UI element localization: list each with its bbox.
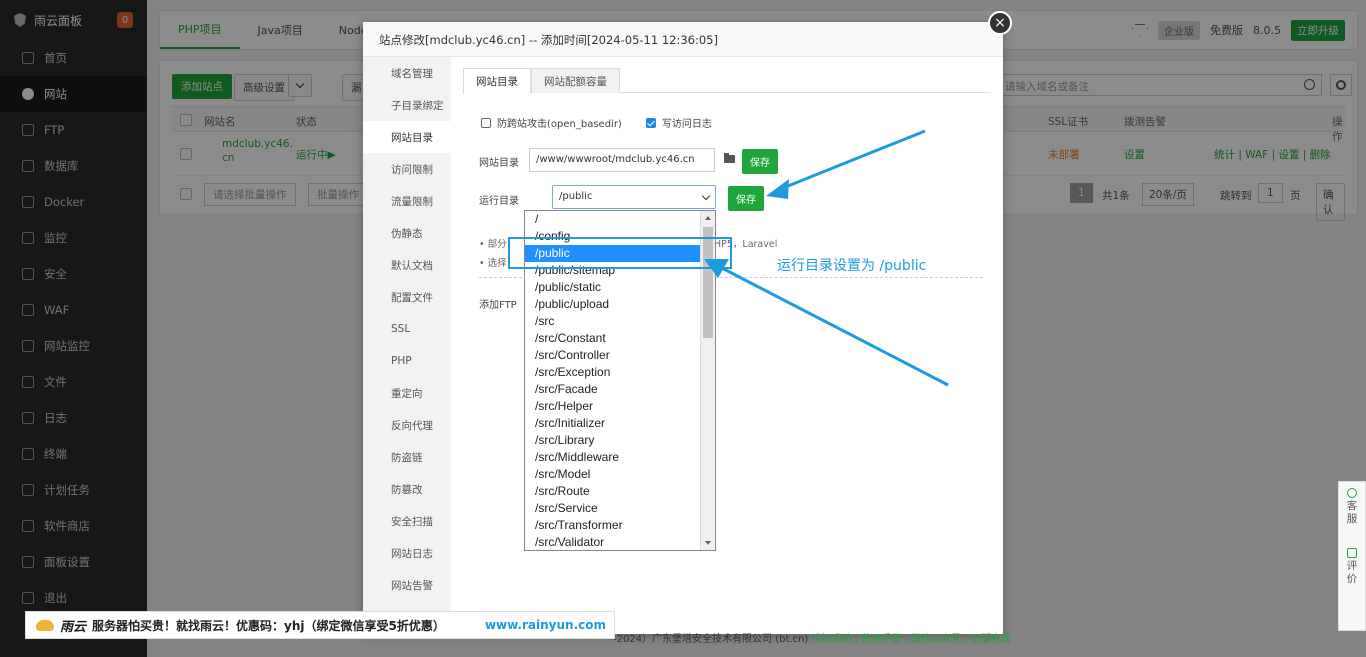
- close-icon[interactable]: ×: [988, 11, 1012, 35]
- access-log-label: 写访问日志: [661, 119, 712, 130]
- footer-copyright: -2024）广东堡塔安全技术有限公司 (bt.cn): [613, 634, 809, 645]
- option-item[interactable]: /src/Controller: [525, 347, 715, 364]
- run-dir-select[interactable]: /public: [552, 185, 716, 209]
- option-item[interactable]: /src/Middleware: [525, 449, 715, 466]
- note-line-1: • 部分: [479, 239, 507, 250]
- chevron-down-icon: [701, 191, 711, 201]
- add-ftp-label: 添加FTP: [479, 300, 517, 311]
- rate-label: 评价: [1346, 560, 1358, 585]
- folder-icon[interactable]: [724, 153, 735, 163]
- modal-side-item[interactable]: 防篡改: [363, 473, 451, 505]
- option-item[interactable]: /src/Constant: [525, 330, 715, 347]
- site-dir-label: 网站目录: [479, 158, 519, 169]
- access-log-checkbox[interactable]: [645, 117, 656, 128]
- cloud-icon: [36, 619, 54, 631]
- modal-side-item[interactable]: 伪静态: [363, 217, 451, 249]
- modal-side-item[interactable]: 子目录绑定: [363, 89, 451, 121]
- site-dir-input[interactable]: /www/wwwroot/mdclub.yc46.cn: [529, 148, 715, 172]
- ad-text: 服务器怕买贵！就找雨云！优惠码：yhj（绑定微信享受5折优惠）: [92, 618, 445, 633]
- modal-side-item[interactable]: 网站目录: [363, 121, 451, 153]
- scroll-up-icon[interactable]: [705, 216, 711, 220]
- modal-side-item[interactable]: 反向代理: [363, 409, 451, 441]
- note-1-prefix: 部分: [487, 239, 507, 250]
- content-tabs: 网站目录 网站配额容量: [463, 68, 991, 94]
- option-item[interactable]: /public/static: [525, 279, 715, 296]
- option-item[interactable]: /src/Initializer: [525, 415, 715, 432]
- modal-side-item[interactable]: 访问限制: [363, 153, 451, 185]
- option-item[interactable]: /src/Service: [525, 500, 715, 517]
- modal-side-item[interactable]: PHP: [363, 345, 451, 377]
- modal-side-item[interactable]: 防盗链: [363, 441, 451, 473]
- modal-side-item[interactable]: 默认文档: [363, 249, 451, 281]
- ad-url[interactable]: www.rainyun.com: [485, 618, 606, 632]
- footer-links[interactable]: 论坛求助 | 使用手册 | 微信公众号 | 正版查询: [812, 634, 1011, 645]
- run-dir-label: 运行目录: [479, 196, 519, 207]
- option-item[interactable]: /src/Model: [525, 466, 715, 483]
- service-label: 客服: [1346, 500, 1358, 525]
- rate-button[interactable]: 评价: [1346, 548, 1358, 586]
- modal-title: 站点修改[mdclub.yc46.cn] -- 添加时间[2024-05-11 …: [363, 22, 1003, 57]
- modal-side-item[interactable]: 重定向: [363, 377, 451, 409]
- modal-side-item[interactable]: 网站日志: [363, 537, 451, 569]
- ad-banner[interactable]: 雨云 服务器怕买贵！就找雨云！优惠码：yhj（绑定微信享受5折优惠） www.r…: [25, 611, 615, 639]
- float-panel: 客服 评价: [1338, 481, 1366, 631]
- highlight-box: [508, 237, 732, 269]
- modal-side-item[interactable]: 配置文件: [363, 281, 451, 313]
- ad-brand: 雨云: [60, 619, 87, 635]
- option-item[interactable]: /: [525, 211, 715, 228]
- option-item[interactable]: /src/Helper: [525, 398, 715, 415]
- option-item[interactable]: /src/Facade: [525, 381, 715, 398]
- option-item[interactable]: /src/Exception: [525, 364, 715, 381]
- note-line-2: • 选择: [479, 258, 507, 269]
- open-basedir-label: 防跨站攻击(open_basedir): [497, 119, 622, 130]
- tab-site-dir[interactable]: 网站目录: [463, 68, 531, 94]
- annotation-text: 运行目录设置为 /public: [777, 258, 927, 274]
- option-item[interactable]: /src/Route: [525, 483, 715, 500]
- modal-side-item[interactable]: 域名管理: [363, 57, 451, 89]
- modal-side-item[interactable]: SSL: [363, 313, 451, 345]
- option-item[interactable]: /src/Library: [525, 432, 715, 449]
- options-row: 防跨站攻击(open_basedir) 写访问日志: [481, 115, 712, 130]
- run-dir-value: /public: [559, 191, 593, 202]
- modal-side-item[interactable]: 安全扫描: [363, 505, 451, 537]
- save-run-dir-button[interactable]: 保存: [728, 186, 764, 211]
- option-item[interactable]: /public/upload: [525, 296, 715, 313]
- note-2-prefix: 选择: [487, 258, 507, 269]
- footer: -2024）广东堡塔安全技术有限公司 (bt.cn) 论坛求助 | 使用手册 |…: [613, 630, 1011, 645]
- edit-icon: [1347, 548, 1357, 558]
- option-item[interactable]: /src/Validator: [525, 534, 715, 550]
- tab-quota[interactable]: 网站配额容量: [531, 68, 620, 93]
- save-site-dir-button[interactable]: 保存: [742, 149, 778, 174]
- modal-side-menu: 域名管理 子目录绑定 网站目录 访问限制 流量限制 伪静态 默认文档 配置文件 SSL PHP 重定…: [363, 57, 451, 634]
- option-item[interactable]: /src: [525, 313, 715, 330]
- scroll-down-icon[interactable]: [705, 541, 711, 545]
- option-item[interactable]: /src/Transformer: [525, 517, 715, 534]
- headset-icon: [1347, 488, 1357, 498]
- customer-service-button[interactable]: 客服: [1346, 488, 1358, 526]
- modal-side-item[interactable]: 网站告警: [363, 569, 451, 601]
- modal-side-item[interactable]: 流量限制: [363, 185, 451, 217]
- open-basedir-checkbox[interactable]: [481, 117, 491, 128]
